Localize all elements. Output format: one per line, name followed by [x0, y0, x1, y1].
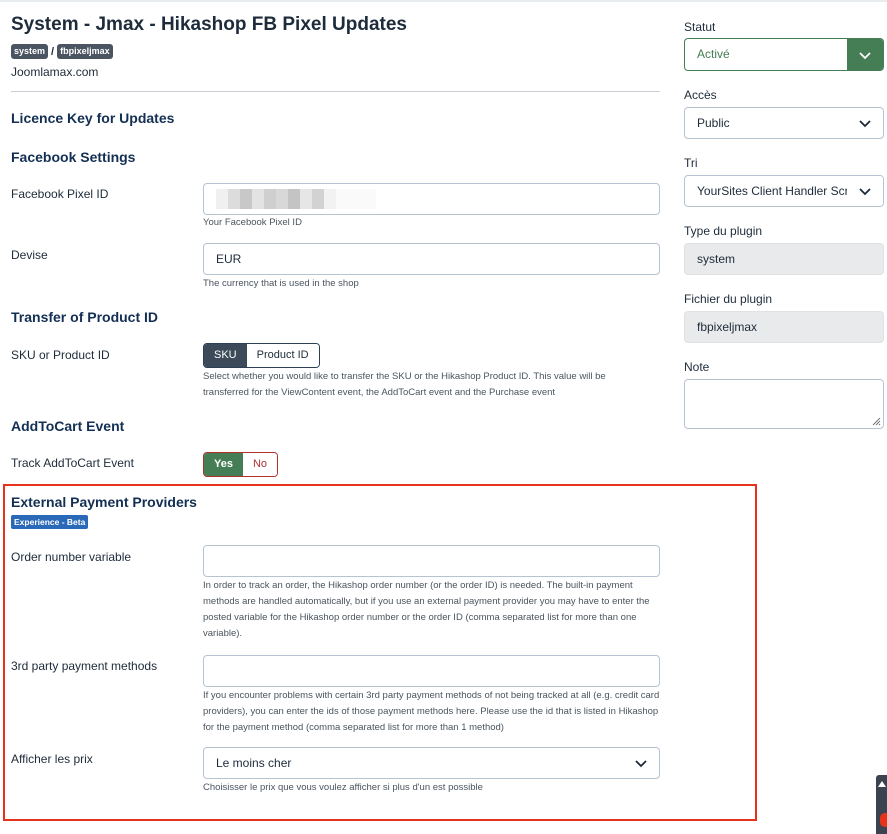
- resize-grip-icon[interactable]: [872, 417, 881, 426]
- order-number-help: In order to track an order, the Hikashop…: [203, 580, 650, 639]
- order-number-input[interactable]: [203, 545, 660, 577]
- third-party-help: If you encounter problems with certain 3…: [203, 690, 660, 733]
- header-divider: [11, 91, 660, 92]
- page-title: System - Jmax - Hikashop FB Pixel Update…: [11, 14, 407, 35]
- section-licence-title: Licence Key for Updates: [11, 110, 175, 126]
- track-addtocart-no[interactable]: No: [242, 453, 278, 476]
- show-prices-label: Afficher les prix: [11, 752, 93, 766]
- plugin-file-field: fbpixeljmax: [684, 311, 884, 343]
- order-label: Tri: [684, 156, 698, 170]
- third-party-input[interactable]: [203, 655, 660, 687]
- plugin-author: Joomlamax.com: [11, 65, 99, 79]
- notification-dot: [880, 813, 887, 827]
- sku-help: Select whether you would like to transfe…: [203, 371, 606, 398]
- section-transfer-title: Transfer of Product ID: [11, 309, 159, 325]
- section-addtocart-title: AddToCart Event: [11, 418, 125, 434]
- note-label: Note: [684, 360, 710, 374]
- show-prices-value: Le moins cher: [216, 756, 292, 770]
- sku-label: SKU or Product ID: [11, 348, 110, 362]
- pixel-id-label: Facebook Pixel ID: [11, 187, 109, 201]
- tag-element: fbpixeljmax: [57, 44, 113, 59]
- plugin-tags: system / fbpixeljmax: [11, 44, 113, 59]
- access-value: Public: [697, 116, 730, 130]
- currency-input[interactable]: EUR: [203, 243, 660, 275]
- sku-toggle: SKU Product ID: [203, 343, 320, 368]
- currency-label: Devise: [11, 248, 48, 262]
- scroll-top-button[interactable]: [876, 775, 887, 834]
- order-number-label: Order number variable: [11, 550, 132, 564]
- chevron-down-icon: [847, 39, 883, 70]
- tag-separator: /: [51, 45, 55, 58]
- section-facebook-title: Facebook Settings: [11, 149, 136, 165]
- access-label: Accès: [684, 88, 717, 102]
- access-select[interactable]: Public: [684, 107, 884, 139]
- sku-option-sku[interactable]: SKU: [204, 344, 247, 367]
- chevron-down-icon: [623, 748, 659, 778]
- tag-folder: system: [11, 44, 49, 59]
- currency-help: The currency that is used in the shop: [203, 278, 359, 289]
- order-value: YourSites Client Handler Script: [697, 184, 862, 198]
- pixel-id-input[interactable]: [203, 183, 660, 215]
- track-addtocart-toggle: Yes No: [203, 452, 279, 477]
- sku-option-product-id[interactable]: Product ID: [246, 344, 319, 367]
- status-select[interactable]: Activé: [684, 38, 884, 71]
- section-external-title: External Payment Providers: [11, 494, 197, 510]
- redacted-pixel-id: [216, 189, 376, 209]
- plugin-type-label: Type du plugin: [684, 224, 763, 238]
- show-prices-select[interactable]: Le moins cher: [203, 747, 660, 779]
- beta-badge: Experience - Beta: [11, 515, 89, 529]
- order-select[interactable]: YourSites Client Handler Script: [684, 175, 884, 207]
- top-border: [0, 0, 887, 2]
- plugin-file-label: Fichier du plugin: [684, 292, 773, 306]
- show-prices-help: Choisisser le prix que vous voulez affic…: [203, 782, 483, 793]
- chevron-down-icon: [847, 108, 883, 138]
- track-addtocart-yes[interactable]: Yes: [204, 453, 243, 476]
- note-textarea[interactable]: [684, 379, 884, 429]
- pixel-id-help: Your Facebook Pixel ID: [203, 217, 302, 228]
- arrow-up-icon: [878, 781, 886, 787]
- track-addtocart-label: Track AddToCart Event: [11, 456, 134, 470]
- chevron-down-icon: [847, 176, 883, 206]
- plugin-type-field: system: [684, 243, 884, 275]
- third-party-label: 3rd party payment methods: [11, 659, 158, 673]
- status-value: Activé: [697, 47, 730, 61]
- status-label: Statut: [684, 20, 716, 34]
